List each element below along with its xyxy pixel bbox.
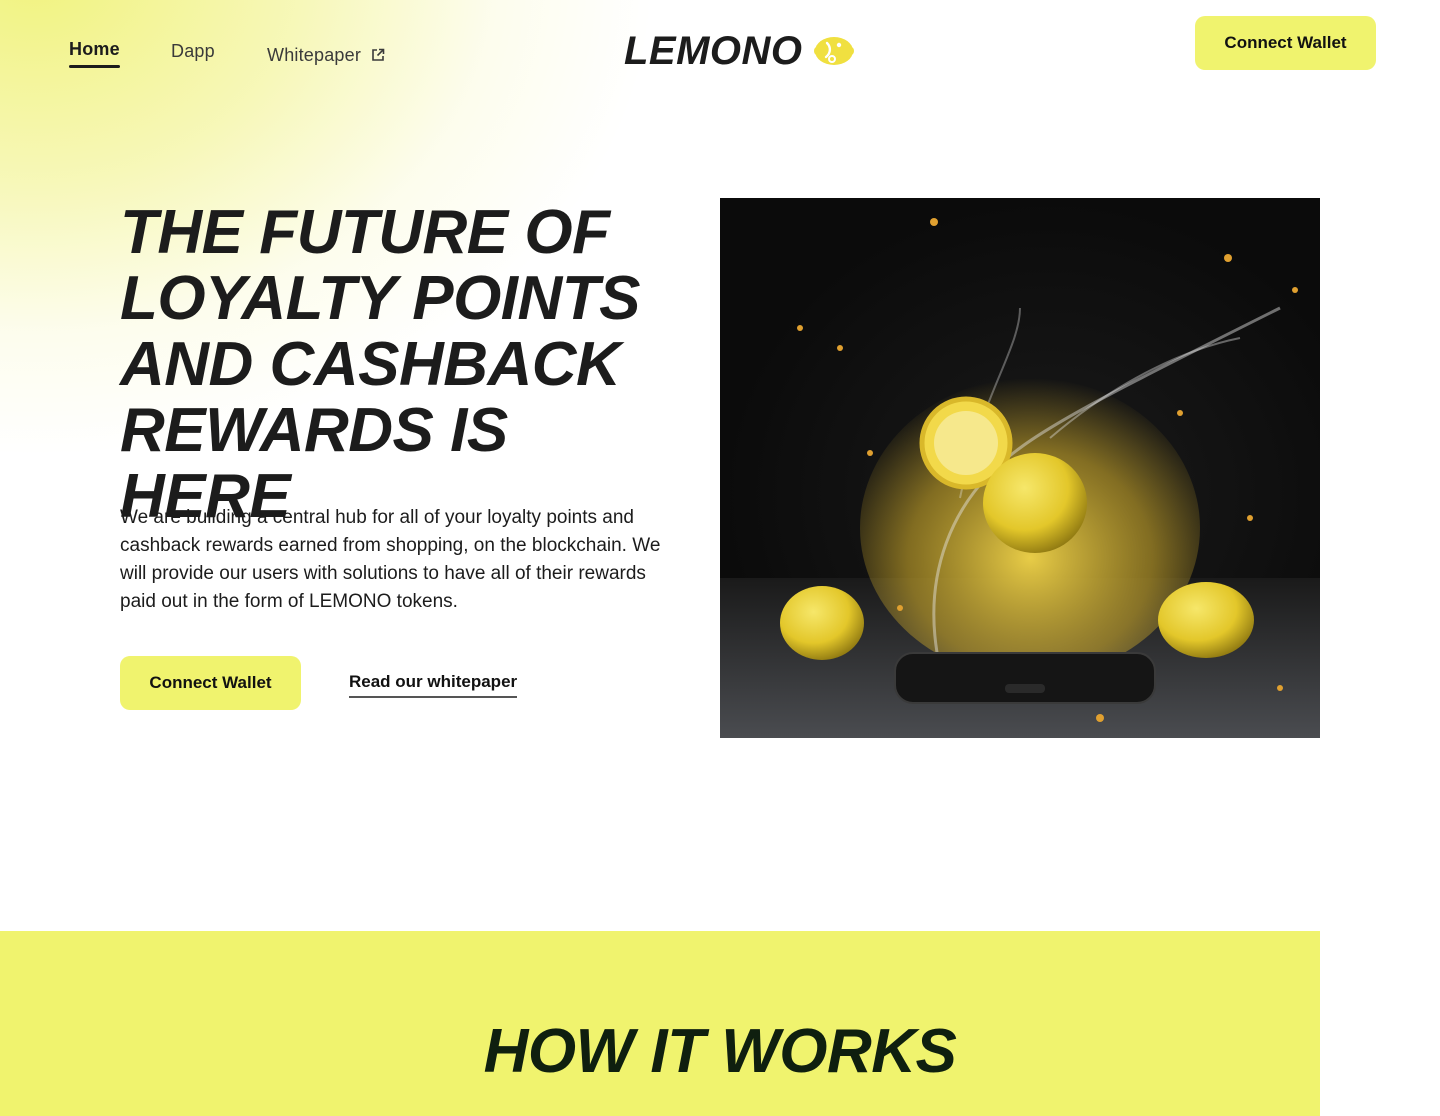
page: Home Dapp Whitepaper LEMONO Connect Wall…: [0, 0, 1440, 1116]
lemon-splash-illustration: [720, 218, 1320, 738]
logo[interactable]: LEMONO: [624, 28, 855, 74]
hero-title-line: THE FUTURE OF: [120, 198, 610, 267]
top-nav: Home Dapp Whitepaper LEMONO Connect Wall…: [0, 0, 1440, 100]
nav-link-whitepaper[interactable]: Whitepaper: [267, 40, 385, 70]
how-it-works-section: HOW IT WORKS: [0, 931, 1320, 1116]
hero-title: THE FUTURE OF LOYALTY POINTS AND CASHBAC…: [120, 200, 680, 530]
lemon-icon: [813, 37, 854, 65]
hero-title-line: LOYALTY POINTS: [120, 264, 641, 333]
connect-wallet-button-hero[interactable]: Connect Wallet: [120, 656, 301, 710]
nav-link-home[interactable]: Home: [69, 38, 120, 68]
how-it-works-title: HOW IT WORKS: [483, 1017, 957, 1086]
read-whitepaper-link[interactable]: Read our whitepaper: [349, 672, 518, 698]
hero-title-line: AND CASHBACK: [120, 330, 621, 399]
hero-image-lemon-splash: [720, 198, 1320, 738]
external-link-icon: [372, 48, 385, 61]
hero-description: We are building a central hub for all of…: [120, 507, 661, 612]
logo-text: LEMONO: [624, 29, 803, 73]
nav-link-whitepaper-label: Whitepaper: [267, 45, 362, 65]
connect-wallet-button-nav[interactable]: Connect Wallet: [1195, 16, 1376, 70]
nav-link-dapp[interactable]: Dapp: [171, 40, 215, 70]
